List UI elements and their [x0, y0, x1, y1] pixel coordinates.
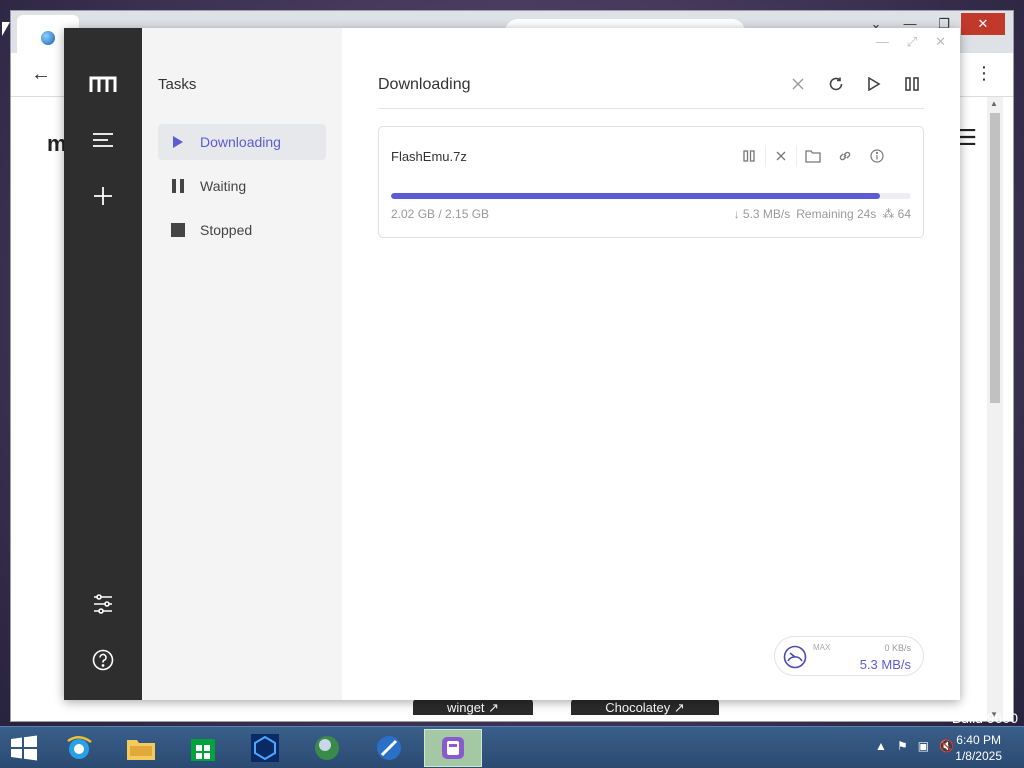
flag-icon[interactable]: ⚑ — [897, 739, 908, 753]
stop-icon — [170, 222, 186, 238]
speed-meter[interactable]: MAX 0 KB/s 5.3 MB/s — [774, 636, 924, 676]
taskbar-motrix[interactable] — [424, 729, 482, 767]
kebab-menu-icon[interactable]: ⋮ — [975, 63, 993, 84]
motrix-logo-icon[interactable] — [89, 70, 117, 98]
menu-icon[interactable] — [89, 126, 117, 154]
task-speed: ↓ 5.3 MB/s — [733, 207, 791, 221]
volume-muted-icon[interactable]: 🔇 — [939, 739, 954, 753]
sidebar-item-label: Waiting — [200, 178, 247, 194]
link-icon[interactable] — [829, 145, 861, 167]
taskbar-file-explorer[interactable] — [112, 729, 170, 767]
taskbar-app-browser[interactable] — [360, 729, 418, 767]
download-speed: 5.3 MB/s — [859, 657, 911, 672]
clock-date: 1/8/2025 — [955, 749, 1002, 763]
taskbar-app-blue[interactable] — [236, 729, 294, 767]
page-menu-icon[interactable]: ☰ — [957, 125, 977, 151]
taskbar-app-globe[interactable] — [298, 729, 356, 767]
header-actions — [788, 74, 922, 94]
task-remaining: Remaining 24s — [796, 207, 877, 221]
taskbar-ie[interactable] — [50, 729, 108, 767]
folder-icon — [127, 740, 155, 760]
taskbar-clock[interactable]: 6:40 PM 1/8/2025 — [955, 732, 1002, 764]
back-arrow-icon[interactable]: ← — [31, 63, 51, 86]
motrix-window: Tasks Downloading Waiting Stopped — ⤢ ✕ … — [64, 28, 960, 700]
refresh-icon[interactable] — [826, 74, 846, 94]
mouse-cursor-icon — [2, 22, 10, 36]
upload-speed: 0 KB/s — [884, 643, 911, 653]
resume-all-icon[interactable] — [864, 74, 884, 94]
start-button[interactable] — [10, 735, 38, 761]
help-icon[interactable] — [89, 646, 117, 674]
task-actions — [733, 145, 893, 167]
clock-time: 6:40 PM — [956, 733, 1001, 747]
app-rail — [64, 28, 142, 700]
task-connections: ⁂ 64 — [882, 207, 911, 221]
task-progress-bar — [391, 193, 911, 199]
sidebar-item-label: Downloading — [200, 134, 281, 150]
store-icon — [191, 739, 215, 761]
speedometer-icon — [783, 645, 807, 669]
page-title: Downloading — [378, 76, 471, 93]
folder-icon[interactable] — [797, 145, 829, 167]
browser-favicon-icon — [41, 31, 55, 45]
play-icon — [170, 134, 186, 150]
task-progress-fill — [391, 193, 880, 199]
motrix-app-icon — [442, 737, 464, 759]
pause-task-icon[interactable] — [733, 145, 765, 167]
add-task-icon[interactable] — [89, 182, 117, 210]
maximize-icon[interactable]: ⤢ — [907, 34, 917, 50]
taskbar: ▲ ⚑ ▣ 🔇 6:40 PM 1/8/2025 — [0, 726, 1024, 768]
info-icon[interactable] — [861, 145, 893, 167]
system-tray: ▲ ⚑ ▣ 🔇 — [875, 739, 954, 753]
scrollbar-thumb[interactable] — [990, 113, 1000, 403]
task-sidebar: Tasks Downloading Waiting Stopped — [142, 28, 342, 700]
task-name: FlashEmu.7z — [391, 149, 467, 164]
scroll-up-icon[interactable]: ▲ — [990, 99, 998, 108]
browser-icon — [377, 736, 401, 760]
task-list-panel: — ⤢ ✕ Downloading FlashEmu.7z 2.02 GB / … — [342, 28, 960, 700]
pause-icon — [170, 178, 186, 194]
sidebar-item-label: Stopped — [200, 222, 253, 238]
tray-chevron-up-icon[interactable]: ▲ — [875, 739, 887, 753]
hexagon-app-icon — [251, 734, 279, 762]
close-icon[interactable]: ✕ — [961, 13, 1005, 35]
delete-task-icon[interactable] — [765, 145, 797, 167]
delete-tasks-icon[interactable] — [788, 74, 808, 94]
header-divider — [378, 108, 924, 109]
task-size: 2.02 GB / 2.15 GB — [391, 207, 490, 221]
close-icon[interactable]: ✕ — [935, 34, 946, 50]
speed-max-label: MAX — [813, 643, 831, 652]
sidebar-item-waiting[interactable]: Waiting — [158, 168, 326, 204]
winget-button[interactable]: winget ↗ — [413, 699, 533, 715]
globe-icon — [315, 736, 339, 760]
chocolatey-button[interactable]: Chocolatey ↗ — [571, 699, 719, 715]
sidebar-item-downloading[interactable]: Downloading — [158, 124, 326, 160]
build-watermark: Build 9600 — [951, 710, 1018, 726]
windows-logo-icon — [11, 735, 37, 761]
internet-explorer-icon — [67, 736, 92, 759]
minimize-icon[interactable]: — — [876, 34, 889, 50]
pause-all-icon[interactable] — [902, 74, 922, 94]
task-item[interactable]: FlashEmu.7z 2.02 GB / 2.15 GB ↓ 5.3 MB/s… — [378, 126, 924, 238]
sidebar-item-stopped[interactable]: Stopped — [158, 212, 326, 248]
browser-scrollbar[interactable]: ▲ ▼ — [987, 97, 1003, 721]
network-icon[interactable]: ▣ — [918, 739, 929, 753]
app-window-controls: — ⤢ ✕ — [876, 34, 946, 50]
taskbar-store[interactable] — [174, 729, 232, 767]
task-stats: ↓ 5.3 MB/s Remaining 24s ⁂ 64 — [734, 207, 911, 221]
preferences-icon[interactable] — [89, 590, 117, 618]
sidebar-title: Tasks — [158, 76, 197, 93]
